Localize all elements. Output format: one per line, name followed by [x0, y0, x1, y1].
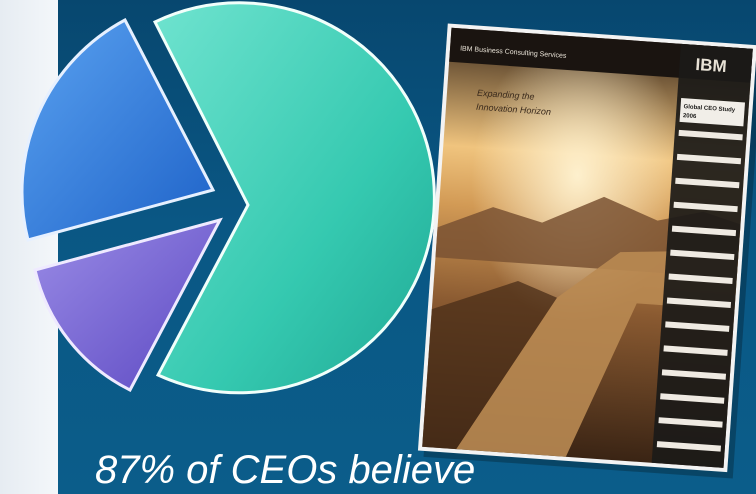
- pie-slice-large: [152, 1, 436, 395]
- pie-chart: [20, 1, 436, 395]
- report-cover: IBM Business Consulting Services IBM Exp…: [417, 23, 756, 479]
- cover-brand: IBM: [695, 55, 727, 76]
- cover-sidebar-line2: 2006: [683, 113, 697, 120]
- caption-text: 87% of CEOs believe: [95, 448, 476, 492]
- slide-artwork: IBM Business Consulting Services IBM Exp…: [20, 1, 756, 479]
- cover-sidebar-label-box: [679, 97, 746, 127]
